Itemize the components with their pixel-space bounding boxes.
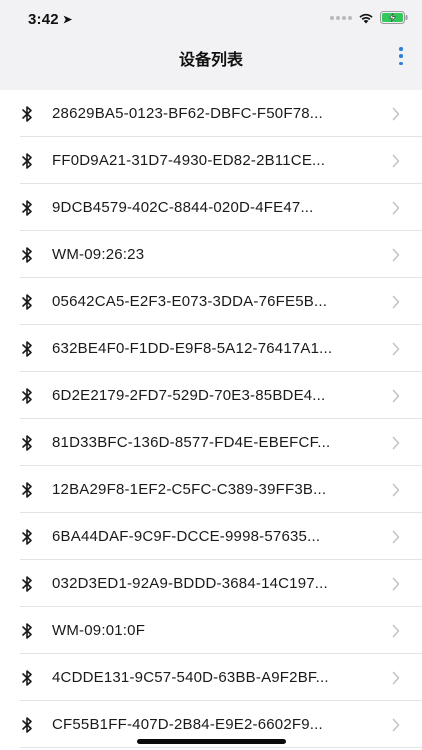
device-name: 6D2E2179-2FD7-529D-70E3-85BDE4... [52,387,326,404]
location-arrow-icon: ➤ [62,14,73,26]
device-name: 05642CA5-E2F3-E073-3DDA-76FE5B... [52,293,328,310]
device-name: 032D3ED1-92A9-BDDD-3684-14C197... [52,575,328,592]
bluetooth-icon [22,669,32,686]
more-menu-button[interactable] [392,45,410,67]
status-icons [330,11,408,24]
bluetooth-icon [22,622,32,639]
bluetooth-icon [22,528,32,545]
device-name: 12BA29F8-1EF2-C5FC-C389-39FF3B... [52,481,327,498]
battery-charging-icon [380,11,408,24]
bluetooth-icon [22,246,32,263]
chevron-right-icon [392,342,400,355]
device-row[interactable]: 032D3ED1-92A9-BDDD-3684-14C197... [0,560,422,607]
device-row[interactable]: 28629BA5-0123-BF62-DBFC-F50F78... [0,90,422,137]
device-row[interactable]: 05642CA5-E2F3-E073-3DDA-76FE5B... [0,278,422,325]
chevron-right-icon [392,436,400,449]
device-name: WM-09:26:23 [52,246,145,263]
chevron-right-icon [392,201,400,214]
status-time: 3:42 ➤ [28,11,72,28]
device-row[interactable]: 6D2E2179-2FD7-529D-70E3-85BDE4... [0,372,422,419]
device-name: 6BA44DAF-9C9F-DCCE-9998-57635... [52,528,321,545]
wifi-icon [359,13,373,23]
device-row[interactable]: WM-09:26:23 [0,231,422,278]
chevron-right-icon [392,107,400,120]
bluetooth-icon [22,340,32,357]
chevron-right-icon [392,624,400,637]
device-name: WM-09:01:0F [52,622,146,639]
bluetooth-icon [22,387,32,404]
bluetooth-icon [22,152,32,169]
chevron-right-icon [392,671,400,684]
home-indicator[interactable] [137,739,286,744]
cellular-signal-icon [330,15,352,20]
device-list: 28629BA5-0123-BF62-DBFC-F50F78... FF0D9A2… [0,90,422,748]
chevron-right-icon [392,389,400,402]
chevron-right-icon [392,530,400,543]
device-row[interactable]: 9DCB4579-402C-8844-020D-4FE47... [0,184,422,231]
chevron-right-icon [392,154,400,167]
bluetooth-icon [22,199,32,216]
bluetooth-icon [22,716,32,733]
device-row[interactable]: 81D33BFC-136D-8577-FD4E-EBEFCF... [0,419,422,466]
chevron-right-icon [392,295,400,308]
bluetooth-icon [22,293,32,310]
status-time-text: 3:42 [28,11,59,28]
chevron-right-icon [392,483,400,496]
device-row[interactable]: FF0D9A21-31D7-4930-ED82-2B11CE... [0,137,422,184]
status-bar: 3:42 ➤ [0,0,422,38]
chevron-right-icon [392,577,400,590]
bluetooth-icon [22,105,32,122]
device-name: FF0D9A21-31D7-4930-ED82-2B11CE... [52,152,326,169]
device-row[interactable]: 12BA29F8-1EF2-C5FC-C389-39FF3B... [0,466,422,513]
bluetooth-icon [22,434,32,451]
chevron-right-icon [392,248,400,261]
page-title: 设备列表 [178,52,243,69]
bluetooth-icon [22,481,32,498]
device-name: 4CDDE131-9C57-540D-63BB-A9F2BF... [52,669,329,686]
device-row[interactable]: 632BE4F0-F1DD-E9F8-5A12-76417A1... [0,325,422,372]
device-name: 9DCB4579-402C-8844-020D-4FE47... [52,199,314,216]
bluetooth-icon [22,575,32,592]
device-name: 28629BA5-0123-BF62-DBFC-F50F78... [52,105,323,122]
device-name: 632BE4F0-F1DD-E9F8-5A12-76417A1... [52,340,333,357]
device-row[interactable]: 6BA44DAF-9C9F-DCCE-9998-57635... [0,513,422,560]
more-vertical-icon [399,47,403,51]
device-row[interactable]: 4CDDE131-9C57-540D-63BB-A9F2BF... [0,654,422,701]
device-row[interactable]: WM-09:01:0F [0,607,422,654]
device-name: CF55B1FF-407D-2B84-E9E2-6602F9... [52,716,323,733]
navigation-bar: 设备列表 [0,38,422,90]
device-name: 81D33BFC-136D-8577-FD4E-EBEFCF... [52,434,331,451]
chevron-right-icon [392,718,400,731]
